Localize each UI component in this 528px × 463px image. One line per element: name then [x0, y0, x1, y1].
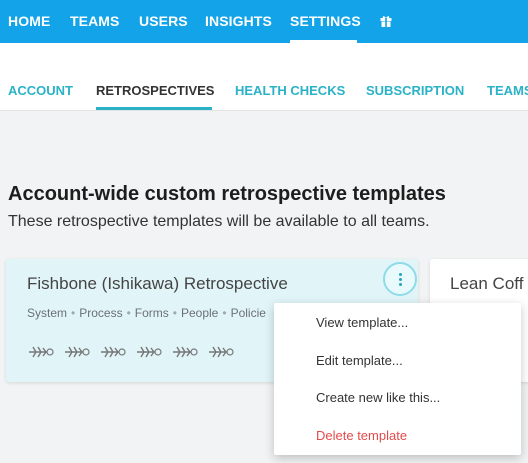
tab-teams[interactable]: TEAMS [487, 83, 528, 98]
fishbone-icon [65, 346, 90, 358]
fishbone-icon [209, 346, 234, 358]
fishbone-icon [101, 346, 126, 358]
tab-account[interactable]: ACCOUNT [8, 83, 73, 98]
tab-retrospectives[interactable]: RETROSPECTIVES [96, 83, 214, 98]
fishbone-icon [137, 346, 162, 358]
settings-subnav: ACCOUNT RETROSPECTIVES HEALTH CHECKS SUB… [0, 43, 528, 111]
template-title: Fishbone (Ishikawa) Retrospective [27, 274, 288, 293]
menu-item-view-template[interactable]: View template... [316, 315, 408, 330]
more-options-button[interactable] [383, 262, 417, 296]
menu-item-delete-template[interactable]: Delete template [316, 428, 407, 443]
template-title: Lean Coff [450, 274, 524, 293]
nav-teams[interactable]: TEAMS [70, 13, 120, 29]
tag: System [27, 306, 68, 320]
tab-active-indicator [96, 107, 212, 110]
fishbone-icon [173, 346, 198, 358]
tab-health-checks[interactable]: HEALTH CHECKS [235, 83, 345, 98]
nav-insights[interactable]: INSIGHTS [205, 13, 272, 29]
tag: People [180, 306, 219, 320]
menu-item-edit-template[interactable]: Edit template... [316, 353, 403, 368]
top-navigation: HOME TEAMS USERS INSIGHTS SETTINGS [0, 0, 528, 43]
page-title: Account-wide custom retrospective templa… [8, 183, 446, 205]
nav-home[interactable]: HOME [8, 13, 50, 29]
page-description: These retrospective templates will be av… [8, 213, 430, 230]
menu-item-create-new-like-this[interactable]: Create new like this... [316, 390, 440, 405]
nav-users[interactable]: USERS [139, 13, 188, 29]
gift-icon[interactable] [380, 15, 392, 27]
tag: Forms [134, 306, 169, 320]
template-tags: System • Process • Forms • People • Policie [27, 306, 266, 320]
tab-subscription[interactable]: SUBSCRIPTION [366, 83, 464, 98]
nav-settings[interactable]: SETTINGS [290, 13, 361, 29]
fishbone-icon [29, 346, 54, 358]
tag: Policie [230, 306, 266, 320]
tag: Process [79, 306, 123, 320]
template-context-menu: View template... Edit template... Create… [274, 303, 521, 455]
